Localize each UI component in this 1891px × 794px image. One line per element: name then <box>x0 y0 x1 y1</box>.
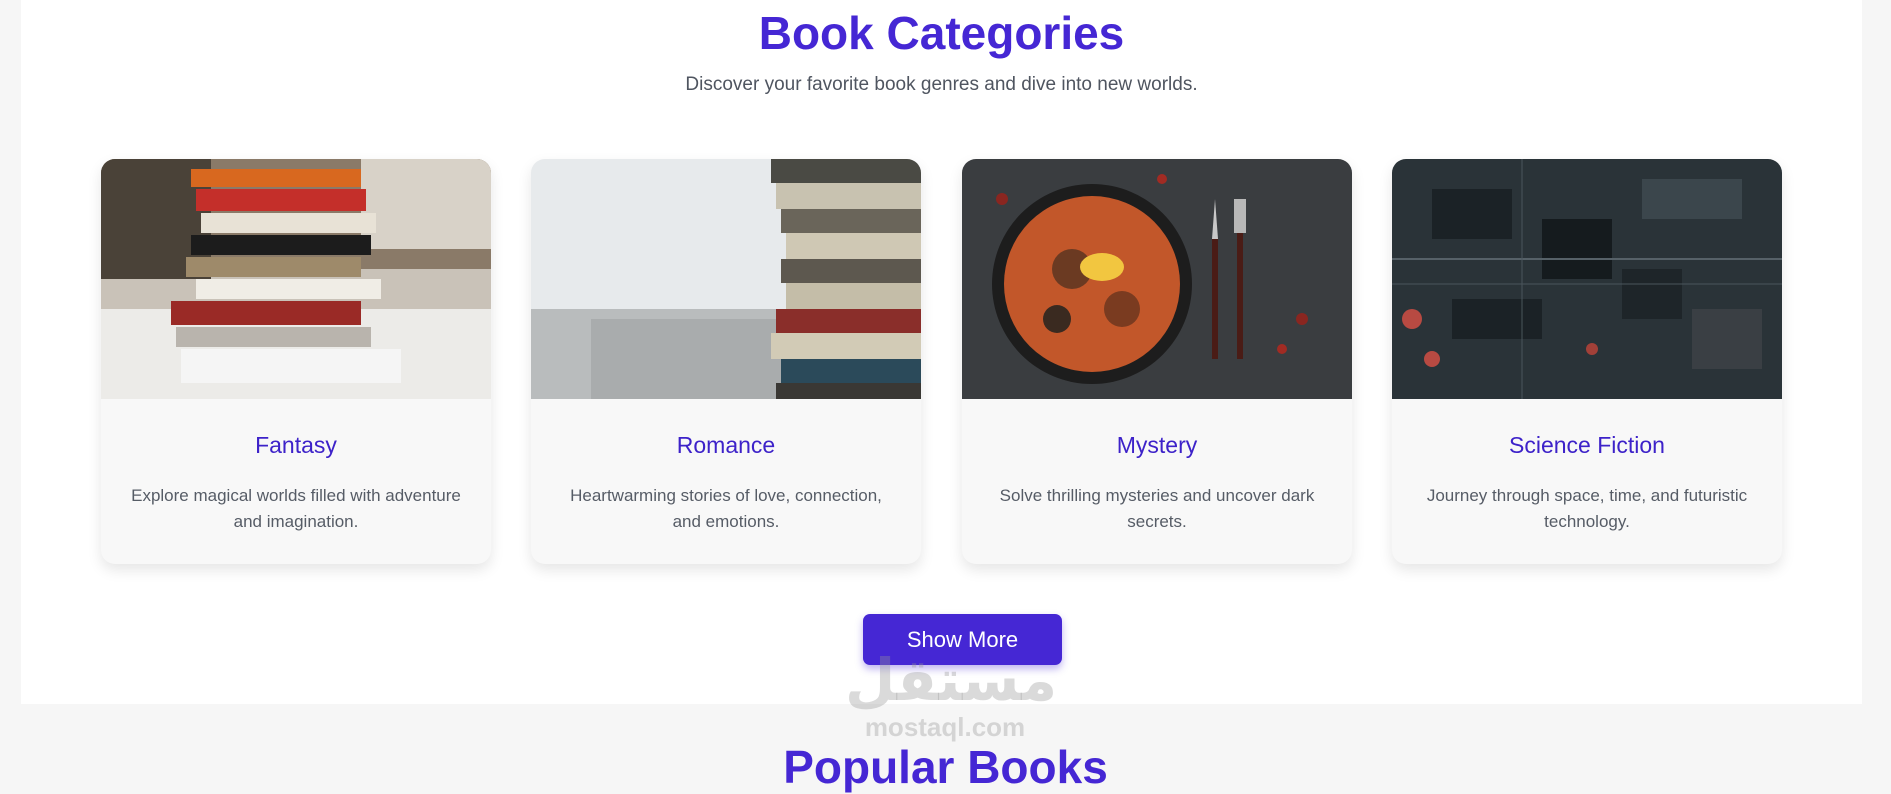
watermark-domain: mostaql.com <box>864 712 1026 742</box>
card-description: Explore magical worlds filled with adven… <box>131 486 461 531</box>
categories-section: Book Categories Discover your favorite b… <box>21 0 1862 704</box>
section-subtitle: Discover your favorite book genres and d… <box>685 74 1198 95</box>
card-title: Romance <box>676 432 776 458</box>
card-title: Science Fiction <box>1509 432 1665 458</box>
next-section-title: Popular Books <box>783 741 1108 793</box>
card-description: Heartwarming stories of love, connection… <box>570 486 882 531</box>
card-description: Solve thrilling mysteries and uncover da… <box>999 486 1315 531</box>
category-card-romance[interactable]: Romance Heartwarming stories of love, co… <box>531 159 921 564</box>
card-title: Fantasy <box>255 432 337 458</box>
category-card-science-fiction[interactable]: Science Fiction Journey through space, t… <box>1392 159 1782 564</box>
circuit-board-image <box>1392 159 1782 399</box>
book-stack-image <box>101 159 491 399</box>
card-title: Mystery <box>1116 432 1198 458</box>
show-more-button[interactable]: Show More <box>863 614 1062 665</box>
category-card-mystery[interactable]: Mystery Solve thrilling mysteries and un… <box>962 159 1352 564</box>
category-card-fantasy[interactable]: Fantasy Explore magical worlds filled wi… <box>101 159 491 564</box>
section-title: Book Categories <box>758 7 1125 59</box>
old-books-image <box>531 159 921 399</box>
card-description: Journey through space, time, and futuris… <box>1426 486 1748 531</box>
paella-pan-image <box>962 159 1352 399</box>
